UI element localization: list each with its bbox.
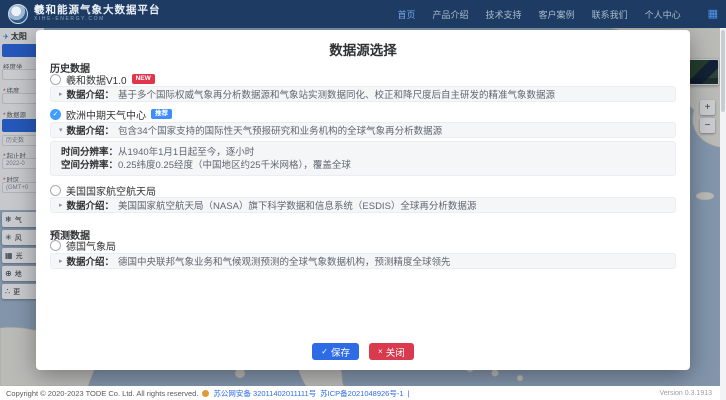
close-button[interactable]: × 关闭 <box>369 343 414 360</box>
intro-label: 数据介绍： <box>66 90 115 101</box>
site-subtitle: XIHE-ENERGY.COM <box>34 16 105 23</box>
intro-accordion-xihe[interactable]: ▸ 数据介绍： 基于多个国际权威气象再分析数据源和气象站实测数据同化、校正和降尺… <box>50 86 676 102</box>
chevron-right-icon: ▸ <box>59 91 63 98</box>
footer-separator: | <box>407 388 410 398</box>
logo-text-block: 羲和能源气象大数据平台 XIHE-ENERGY.COM <box>34 5 161 22</box>
app-window: 金边 马尼拉 南海 天地图 GS(2022)0124号 - 甲测资字111004… <box>0 0 726 400</box>
copyright-text: Copyright © 2020-2023 TODE Co. Ltd. All … <box>6 388 199 398</box>
close-icon: × <box>378 346 383 356</box>
intro-label: 数据介绍： <box>66 126 115 137</box>
scrollbar-thumb[interactable] <box>721 30 725 112</box>
radio-option-label: 羲和数据V1.0 <box>66 75 127 87</box>
radio-option-label: 欧洲中期天气中心 <box>66 110 146 122</box>
dialog-title: 数据源选择 <box>329 43 397 58</box>
datasource-dialog: 数据源选择 历史数据 羲和数据V1.0 NEW ▸ 数据介绍： 基于多个国际权威… <box>36 30 690 370</box>
nav-item-cases[interactable]: 客户案例 <box>539 8 575 21</box>
intro-accordion-nasa[interactable]: ▸ 数据介绍： 美国国家航空航天局（NASA）旗下科学数据和信息系统（ESDIS… <box>50 197 676 213</box>
beian-link-1[interactable]: 苏公网安备 32011402011111号 <box>213 388 316 399</box>
radio-icon[interactable] <box>50 239 61 251</box>
radio-option-label: 美国国家航空航天局 <box>66 186 156 198</box>
intro-accordion-dwd[interactable]: ▸ 数据介绍： 德国中央联邦气象业务和气候观测预测的全球气象数据机构，预测精度全… <box>50 253 676 269</box>
chevron-down-icon: ▾ <box>59 127 63 134</box>
time-resolution-value: 从1940年1月1日起至今，逐小时 <box>118 147 255 158</box>
intro-text: 德国中央联邦气象业务和气候观测预测的全球气象数据机构，预测精度全球领先 <box>118 257 451 268</box>
nav-item-account[interactable]: 个人中心 <box>645 8 681 21</box>
radio-option-dwd[interactable]: 德国气象局 <box>50 239 116 253</box>
intro-text: 包含34个国家支持的国际性天气预报研究和业务机构的全球气象再分析数据源 <box>118 126 443 137</box>
security-badge-icon <box>202 389 210 397</box>
intro-label: 数据介绍： <box>66 201 115 212</box>
radio-option-label: 德国气象局 <box>66 241 116 253</box>
radio-option-nasa[interactable]: 美国国家航空航天局 <box>50 184 156 198</box>
xihe-logo-icon <box>8 4 28 24</box>
time-resolution-label: 时间分辨率： <box>61 147 119 158</box>
new-badge: NEW <box>131 74 155 84</box>
time-resolution-line: 时间分辨率：从1940年1月1日起至今，逐小时 <box>61 146 665 159</box>
main-nav: 首页 产品介绍 技术支持 客户案例 联系我们 个人中心 ▦ <box>398 8 719 21</box>
apps-grid-icon[interactable]: ▦ <box>708 8 718 20</box>
space-resolution-line: 空间分辨率：0.25纬度0.25经度（中国地区约25千米网格），覆盖全球 <box>61 159 665 172</box>
space-resolution-label: 空间分辨率： <box>61 160 119 171</box>
save-button[interactable]: ✓ 保存 <box>312 343 360 360</box>
intro-accordion-ecmwf[interactable]: ▾ 数据介绍： 包含34个国家支持的国际性天气预报研究和业务机构的全球气象再分析… <box>50 122 676 138</box>
nav-item-support[interactable]: 技术支持 <box>486 8 522 21</box>
space-resolution-value: 0.25纬度0.25经度（中国地区约25千米网格），覆盖全球 <box>118 160 351 171</box>
dialog-actions: ✓ 保存 × 关闭 <box>36 343 690 360</box>
radio-icon[interactable] <box>50 73 61 85</box>
page-footer: Copyright © 2020-2023 TODE Co. Ltd. All … <box>0 386 726 400</box>
version-text: Version 0.3.1913 <box>659 389 712 397</box>
check-icon: ✓ <box>321 346 328 356</box>
recommended-badge: 推荐 <box>151 109 172 119</box>
nav-item-contact[interactable]: 联系我们 <box>592 8 628 21</box>
intro-text: 美国国家航空航天局（NASA）旗下科学数据和信息系统（ESDIS）全球再分析数据… <box>118 201 477 212</box>
nav-item-home[interactable]: 首页 <box>398 8 416 21</box>
radio-option-xihe[interactable]: 羲和数据V1.0 NEW <box>50 73 155 87</box>
radio-checked-icon[interactable]: ✓ <box>50 108 61 120</box>
chevron-right-icon: ▸ <box>59 258 63 265</box>
radio-option-ecmwf[interactable]: ✓ 欧洲中期天气中心 推荐 <box>50 108 172 122</box>
close-button-label: 关闭 <box>385 347 405 359</box>
intro-label: 数据介绍： <box>66 257 115 268</box>
chevron-right-icon: ▸ <box>59 202 63 209</box>
top-navbar: 羲和能源气象大数据平台 XIHE-ENERGY.COM 首页 产品介绍 技术支持… <box>0 0 726 28</box>
radio-icon[interactable] <box>50 184 61 196</box>
intro-text: 基于多个国际权威气象再分析数据源和气象站实测数据同化、校正和降尺度后自主研发的精… <box>118 90 556 101</box>
nav-item-products[interactable]: 产品介绍 <box>433 8 469 21</box>
beian-link-2[interactable]: 苏ICP备2021048926号-1 <box>320 388 403 399</box>
ecmwf-detail-panel: 时间分辨率：从1940年1月1日起至今，逐小时 空间分辨率：0.25纬度0.25… <box>50 141 676 176</box>
page-scrollbar[interactable] <box>720 28 726 400</box>
save-button-label: 保存 <box>331 347 351 359</box>
